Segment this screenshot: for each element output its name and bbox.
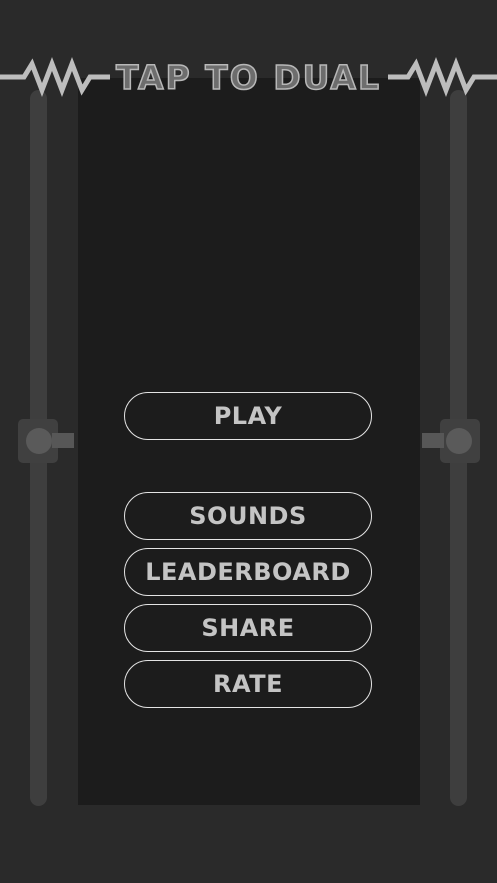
game-title: TAP TO DUAL (115, 57, 381, 98)
leaderboard-button[interactable]: LEADERBOARD (124, 548, 372, 596)
left-player-arm (52, 433, 74, 448)
share-button[interactable]: SHARE (124, 604, 372, 652)
right-zigzag-icon (388, 57, 497, 97)
left-zigzag-icon (0, 57, 110, 97)
game-screen: TAP TO DUAL PLAY SOUNDS LEADERBOARD SHAR… (0, 0, 497, 883)
right-player-arm (422, 433, 444, 448)
right-player-knob[interactable] (446, 428, 472, 454)
rate-button[interactable]: RATE (124, 660, 372, 708)
play-button[interactable]: PLAY (124, 392, 372, 440)
sounds-button[interactable]: SOUNDS (124, 492, 372, 540)
left-player-knob[interactable] (26, 428, 52, 454)
